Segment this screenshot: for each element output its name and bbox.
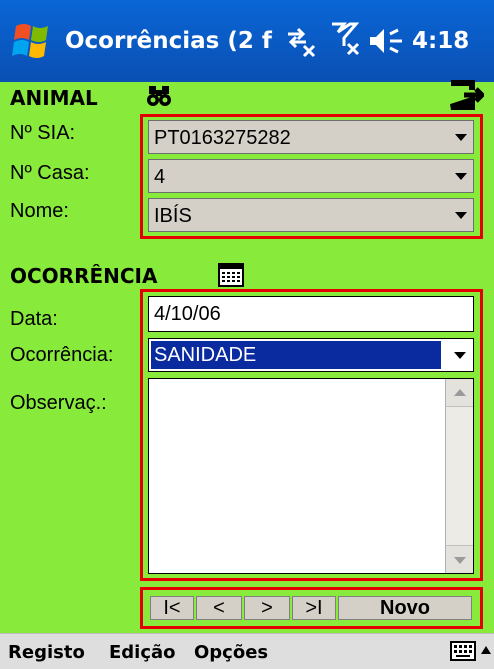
data-label: Data:: [10, 308, 58, 330]
ocorrencia-select[interactable]: SANIDADE: [148, 338, 474, 372]
menu-edicao[interactable]: Edição: [109, 642, 176, 663]
chevron-down-icon[interactable]: [454, 352, 466, 359]
vertical-scrollbar[interactable]: [445, 379, 473, 573]
keyboard-icon[interactable]: [450, 641, 476, 661]
input-selector-arrow-icon[interactable]: [481, 646, 491, 654]
arrow-up-icon: [454, 389, 466, 396]
sia-select[interactable]: PT0163275282: [148, 120, 474, 154]
scroll-down-button[interactable]: [446, 545, 473, 573]
exit-icon[interactable]: [448, 80, 484, 110]
windows-flag-icon[interactable]: [8, 16, 58, 66]
casa-value: 4: [154, 166, 166, 188]
last-record-button[interactable]: >I: [292, 596, 336, 620]
first-record-button[interactable]: I<: [150, 596, 194, 620]
menu-opcoes[interactable]: Opções: [194, 642, 268, 663]
next-record-button[interactable]: >: [244, 596, 290, 620]
casa-label: Nº Casa:: [10, 162, 90, 184]
ocorrencia-section-title: OCORRÊNCIA: [10, 264, 158, 288]
chevron-down-icon[interactable]: [455, 134, 467, 141]
nome-label: Nome:: [10, 200, 69, 222]
menu-bar: Registo Edição Opções: [0, 633, 494, 669]
chevron-down-icon[interactable]: [455, 173, 467, 180]
new-record-button[interactable]: Novo: [338, 596, 472, 620]
data-value: 4/10/06: [154, 303, 221, 325]
title-bar: Ocorrências (2 f 4:18: [0, 0, 494, 82]
scroll-up-button[interactable]: [446, 379, 473, 407]
form-area: ANIMAL Nº SIA: PT0163275282 Nº Casa: 4 N…: [0, 80, 494, 633]
previous-record-button[interactable]: <: [196, 596, 242, 620]
ocorrencia-value: SANIDADE: [151, 341, 441, 369]
volume-icon[interactable]: [368, 26, 406, 56]
data-field[interactable]: 4/10/06: [148, 296, 474, 332]
chevron-down-icon[interactable]: [455, 212, 467, 219]
nome-value: IBÍS: [154, 205, 192, 227]
window-title: Ocorrências (2 f: [65, 28, 272, 54]
animal-section-title: ANIMAL: [10, 86, 98, 110]
observacao-textarea[interactable]: [148, 378, 474, 574]
ocorrencia-label: Ocorrência:: [10, 344, 114, 366]
calendar-icon[interactable]: [218, 263, 244, 287]
menu-registo[interactable]: Registo: [8, 642, 85, 663]
clock[interactable]: 4:18: [412, 28, 469, 54]
binoculars-icon[interactable]: [146, 84, 172, 108]
signal-icon[interactable]: [330, 20, 362, 58]
sync-icon[interactable]: [284, 22, 318, 58]
observacao-label: Observaç.:: [10, 392, 107, 414]
casa-select[interactable]: 4: [148, 159, 474, 193]
sia-label: Nº SIA:: [10, 122, 76, 144]
nome-select[interactable]: IBÍS: [148, 198, 474, 232]
arrow-down-icon: [454, 557, 466, 564]
sia-value: PT0163275282: [154, 127, 291, 149]
